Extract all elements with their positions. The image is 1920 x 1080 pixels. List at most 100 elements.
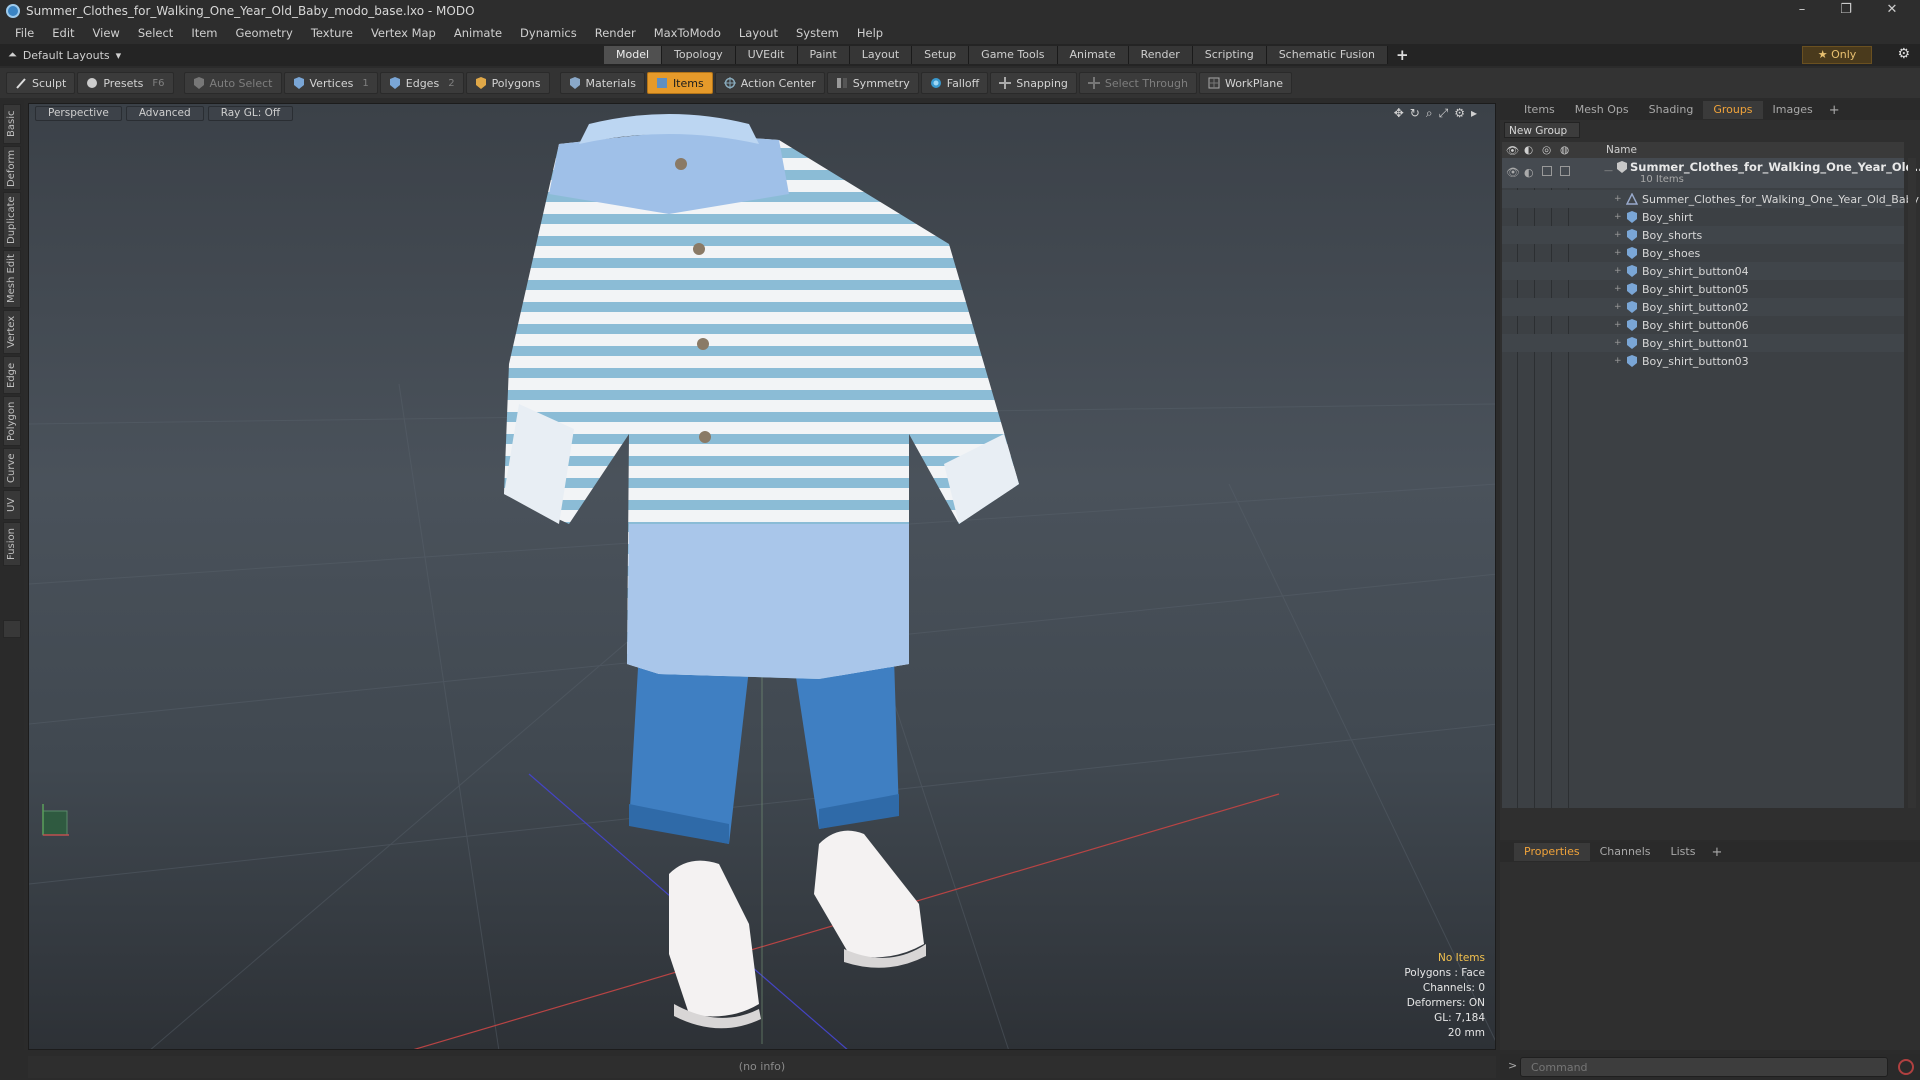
menu-select[interactable]: Select: [129, 22, 182, 44]
expand-icon[interactable]: +: [1614, 212, 1622, 222]
falloff-button[interactable]: Falloff: [920, 72, 989, 94]
vertices-button[interactable]: Vertices 1: [283, 72, 378, 94]
menu-help[interactable]: Help: [848, 22, 892, 44]
viewport-settings-icon[interactable]: ⚙: [1454, 106, 1465, 121]
list-item[interactable]: + Boy_shoes: [1502, 244, 1904, 262]
menu-system[interactable]: System: [787, 22, 848, 44]
menu-vertex-map[interactable]: Vertex Map: [362, 22, 445, 44]
view-mode-button[interactable]: Perspective: [35, 106, 122, 121]
tab-uv[interactable]: UV: [3, 490, 21, 520]
presets-button[interactable]: Presets F6: [77, 72, 174, 94]
polygons-button[interactable]: Polygons: [465, 72, 550, 94]
layout-selector[interactable]: ⏶ Default Layouts ▾: [8, 47, 121, 63]
tab-edge[interactable]: Edge: [3, 356, 21, 394]
group-select-checkbox[interactable]: [1560, 166, 1570, 176]
tab-layout[interactable]: Layout: [849, 46, 913, 64]
list-item[interactable]: + Summer_Clothes_for_Walking_One_Year_Ol…: [1502, 190, 1919, 208]
list-item[interactable]: + Boy_shirt_button05: [1502, 280, 1904, 298]
tab-groups[interactable]: Groups: [1703, 101, 1763, 119]
list-item[interactable]: + Boy_shirt: [1502, 208, 1904, 226]
tab-model[interactable]: Model: [604, 46, 663, 64]
select-icon[interactable]: ◍: [1560, 144, 1569, 156]
action-center-button[interactable]: Action Center: [714, 72, 825, 94]
expand-icon[interactable]: +: [1614, 356, 1622, 366]
tab-mesh-edit[interactable]: Mesh Edit: [3, 250, 21, 308]
materials-button[interactable]: Materials: [559, 72, 645, 94]
expand-icon[interactable]: +: [1614, 338, 1622, 348]
tab-channels[interactable]: Channels: [1590, 843, 1661, 861]
viewport-expand-icon[interactable]: ▸: [1471, 106, 1477, 121]
group-visibility-icon[interactable]: 👁: [1506, 166, 1520, 179]
visibility-eye-icon[interactable]: 👁: [1506, 144, 1519, 157]
menu-render[interactable]: Render: [586, 22, 645, 44]
expand-icon[interactable]: +: [1614, 320, 1622, 330]
render-icon[interactable]: ◐: [1524, 144, 1533, 156]
workplane-button[interactable]: WorkPlane: [1198, 72, 1292, 94]
edges-button[interactable]: Edges 2: [379, 72, 464, 94]
list-item[interactable]: + Boy_shirt_button03: [1502, 352, 1904, 370]
tab-fusion[interactable]: Fusion: [3, 522, 21, 566]
sculpt-button[interactable]: Sculpt: [6, 72, 76, 94]
group-list-scrollbar[interactable]: [1908, 158, 1916, 808]
tab-items[interactable]: Items: [1514, 101, 1565, 119]
group-render-icon[interactable]: ◐: [1524, 166, 1534, 179]
add-panel-tab-button[interactable]: +: [1823, 103, 1846, 118]
tab-scripting[interactable]: Scripting: [1192, 46, 1267, 64]
menu-animate[interactable]: Animate: [445, 22, 511, 44]
add-tab-button[interactable]: +: [1388, 46, 1417, 64]
tab-schematic-fusion[interactable]: Schematic Fusion: [1266, 46, 1389, 64]
expand-icon[interactable]: +: [1614, 266, 1622, 276]
menu-item[interactable]: Item: [182, 22, 226, 44]
tab-images[interactable]: Images: [1763, 101, 1823, 119]
expand-icon[interactable]: +: [1614, 248, 1622, 258]
3d-viewport[interactable]: Perspective Advanced Ray GL: Off ✥ ↻ ⌕ ⤢…: [28, 103, 1496, 1050]
minimize-button[interactable]: –: [1780, 0, 1824, 22]
list-item[interactable]: + Boy_shorts: [1502, 226, 1904, 244]
zoom-icon[interactable]: ⌕: [1426, 106, 1433, 121]
tab-deform[interactable]: Deform: [3, 146, 21, 190]
menu-layout[interactable]: Layout: [730, 22, 787, 44]
list-item[interactable]: + Boy_shirt_button01: [1502, 334, 1904, 352]
tab-animate[interactable]: Animate: [1057, 46, 1129, 64]
list-item[interactable]: + Boy_shirt_button04: [1502, 262, 1904, 280]
add-properties-tab-button[interactable]: +: [1705, 845, 1728, 860]
tab-paint[interactable]: Paint: [797, 46, 850, 64]
list-item[interactable]: + Boy_shirt_button06: [1502, 316, 1904, 334]
only-toggle-button[interactable]: ★ Only: [1802, 46, 1872, 64]
menu-file[interactable]: File: [6, 22, 43, 44]
expand-icon[interactable]: +: [1614, 230, 1622, 240]
new-group-button[interactable]: New Group: [1504, 122, 1580, 138]
items-button[interactable]: Items: [646, 72, 713, 94]
collapse-icon[interactable]: —: [1604, 166, 1613, 176]
menu-edit[interactable]: Edit: [43, 22, 83, 44]
tab-uvedit[interactable]: UVEdit: [735, 46, 798, 64]
tab-duplicate[interactable]: Duplicate: [3, 192, 21, 248]
tab-polygon[interactable]: Polygon: [3, 396, 21, 446]
raygl-button[interactable]: Ray GL: Off: [207, 106, 294, 121]
name-column-header[interactable]: Name: [1606, 144, 1637, 156]
lock-icon[interactable]: ◎: [1542, 144, 1551, 156]
snapping-button[interactable]: Snapping: [990, 72, 1077, 94]
expand-icon[interactable]: +: [1614, 302, 1622, 312]
tab-properties[interactable]: Properties: [1514, 843, 1590, 861]
tab-game-tools[interactable]: Game Tools: [969, 46, 1058, 64]
restore-button[interactable]: ❐: [1824, 0, 1868, 22]
command-input[interactable]: [1520, 1057, 1888, 1077]
shading-mode-button[interactable]: Advanced: [125, 106, 204, 121]
tab-shading[interactable]: Shading: [1639, 101, 1704, 119]
select-through-button[interactable]: Select Through: [1078, 72, 1197, 94]
close-button[interactable]: ✕: [1870, 0, 1914, 22]
tab-mesh-ops[interactable]: Mesh Ops: [1565, 101, 1639, 119]
menu-dynamics[interactable]: Dynamics: [511, 22, 586, 44]
rotate-icon[interactable]: ↻: [1410, 106, 1420, 121]
tab-render[interactable]: Render: [1128, 46, 1193, 64]
collapse-tab-button[interactable]: [3, 620, 21, 638]
menu-maxtomodo[interactable]: MaxToModo: [645, 22, 730, 44]
auto-select-button[interactable]: Auto Select: [183, 72, 282, 94]
tab-vertex[interactable]: Vertex: [3, 310, 21, 354]
tab-lists[interactable]: Lists: [1661, 843, 1706, 861]
group-row[interactable]: 👁 ◐ — Summer_Clothes_for_Walking_One_Yea…: [1502, 158, 1920, 188]
expand-icon[interactable]: +: [1614, 284, 1622, 294]
symmetry-button[interactable]: Symmetry: [826, 72, 919, 94]
menu-view[interactable]: View: [84, 22, 129, 44]
